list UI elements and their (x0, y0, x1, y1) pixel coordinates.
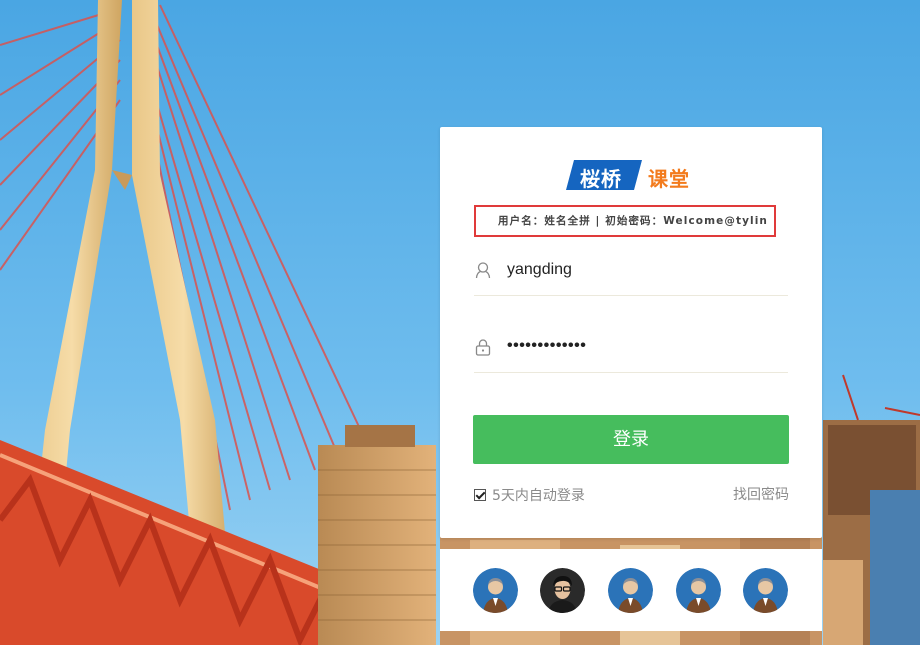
user-icon (475, 262, 491, 279)
remember-label[interactable]: 5天内自动登录 (492, 485, 585, 505)
username-field[interactable]: yangding (474, 251, 788, 296)
password-input[interactable]: ••••••••••••• (507, 337, 586, 355)
forgot-password-link[interactable]: 找回密码 (733, 484, 789, 504)
avatar[interactable] (473, 568, 518, 613)
login-button[interactable]: 登录 (473, 415, 789, 464)
logo-text-primary: 桜桥 (580, 167, 622, 191)
username-input[interactable]: yangding (507, 261, 572, 279)
avatar[interactable] (743, 568, 788, 613)
remember-me[interactable]: 5天内自动登录 (474, 485, 585, 505)
avatar[interactable] (540, 568, 585, 613)
avatar-bar (440, 549, 822, 631)
avatar[interactable] (676, 568, 721, 613)
person-icon (743, 568, 788, 613)
person-icon (473, 568, 518, 613)
brand-logo: 桜桥 课堂 (566, 160, 696, 191)
logo-text-secondary: 课堂 (648, 167, 690, 191)
remember-checkbox[interactable] (474, 489, 486, 501)
person-icon (676, 568, 721, 613)
photo-avatar-icon (540, 568, 585, 613)
password-field[interactable]: ••••••••••••• (474, 328, 788, 373)
person-icon (608, 568, 653, 613)
login-card: 桜桥 课堂 用户名：姓名全拼 | 初始密码：Welcome@tylin yang… (440, 127, 822, 538)
avatar[interactable] (608, 568, 653, 613)
lock-icon (475, 339, 491, 356)
credential-hint: 用户名：姓名全拼 | 初始密码：Welcome@tylin (474, 205, 776, 237)
